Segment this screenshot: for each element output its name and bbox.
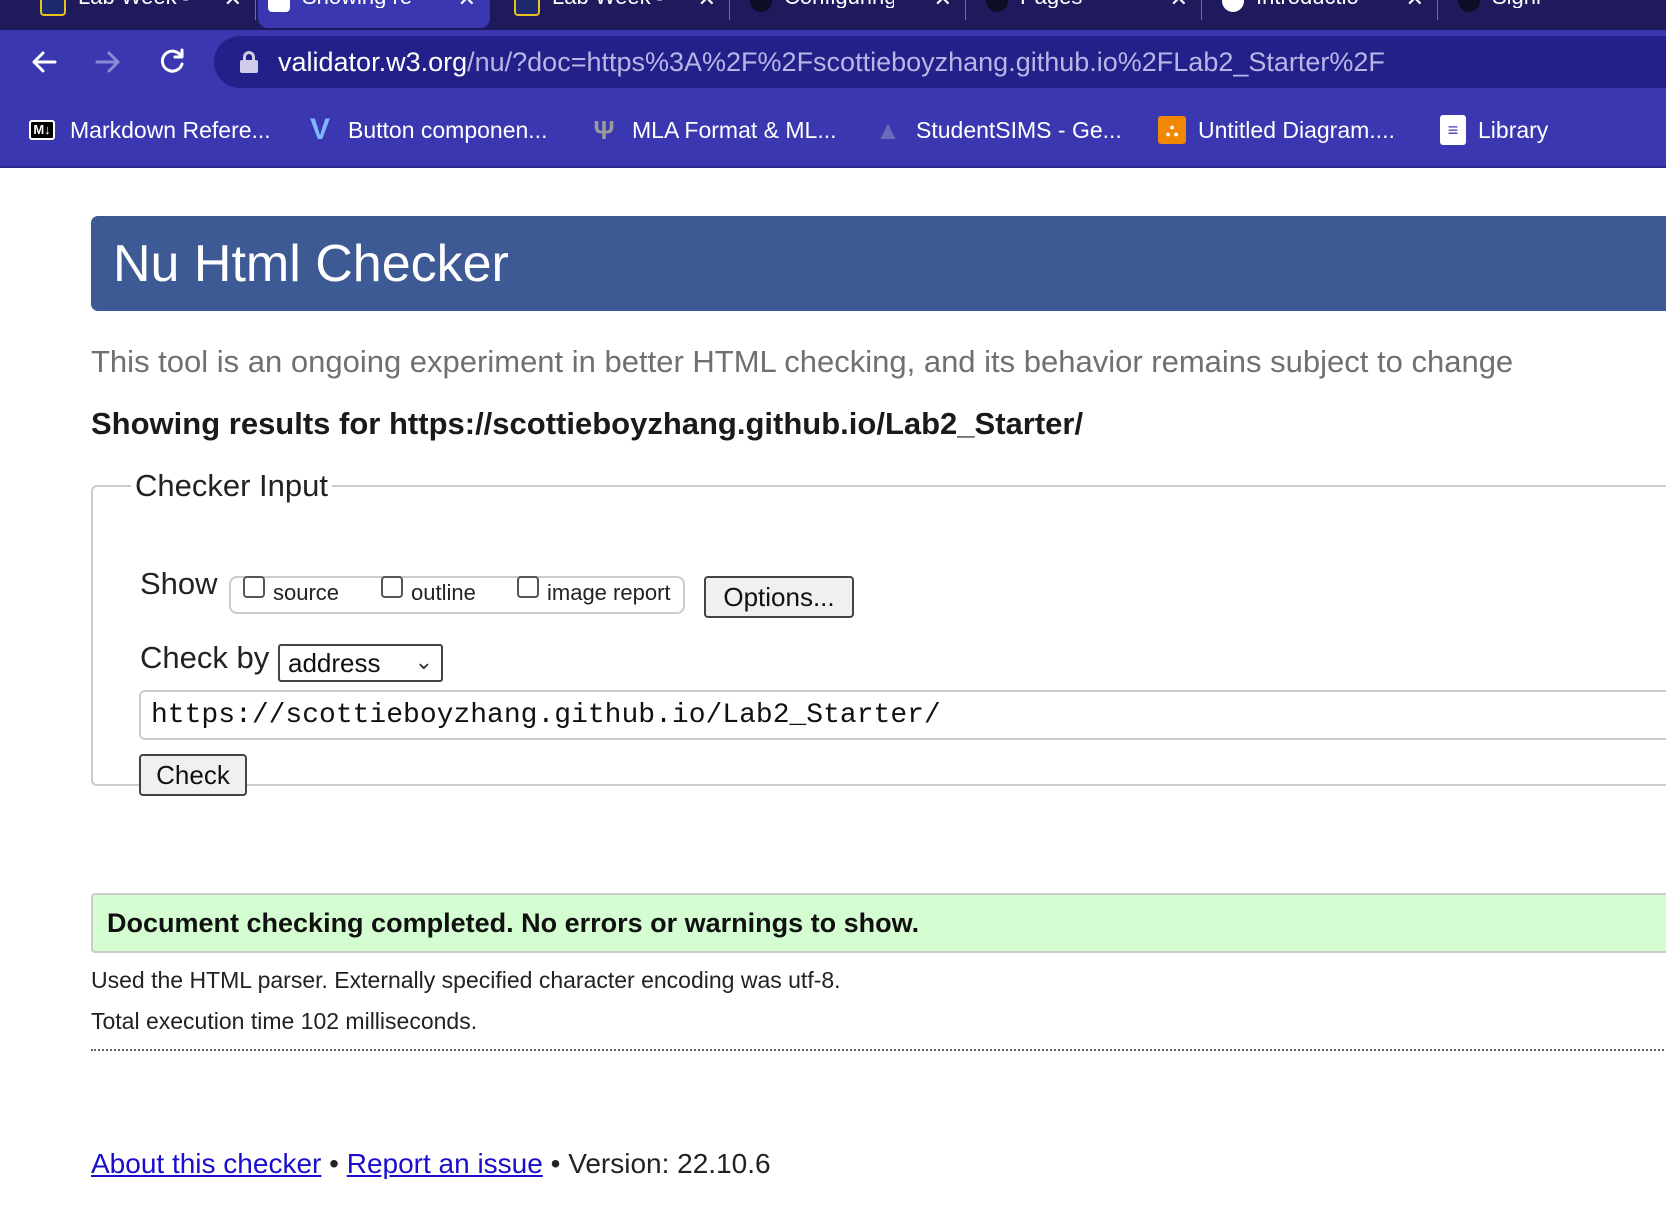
reload-button[interactable] xyxy=(152,42,192,82)
check-by-label: Check by xyxy=(140,640,270,675)
footer-separator: • xyxy=(329,1148,339,1179)
showing-results-heading: Showing results for https://scottieboyzh… xyxy=(91,406,1084,441)
success-message: Document checking completed. No errors o… xyxy=(91,893,1666,953)
back-button[interactable] xyxy=(24,42,64,82)
canvas-icon xyxy=(40,0,66,16)
globe-icon xyxy=(1222,0,1244,12)
markdown-icon: M↓ xyxy=(26,115,58,145)
tab-pages[interactable]: Pages ✕ xyxy=(976,0,1202,28)
github-icon xyxy=(986,0,1008,12)
checker-input-fieldset: Checker Input Show source outline image … xyxy=(91,468,1666,796)
close-tab-icon[interactable]: ✕ xyxy=(1170,0,1188,10)
footer-separator: • xyxy=(550,1148,561,1179)
tab-configuring[interactable]: Configuring ✕ xyxy=(740,0,966,28)
close-tab-icon[interactable]: ✕ xyxy=(698,0,716,10)
tab-introduction[interactable]: Introductio ✕ xyxy=(1212,0,1438,28)
checkbox-box[interactable] xyxy=(243,576,265,598)
report-issue-link[interactable]: Report an issue xyxy=(347,1148,543,1179)
check-by-select[interactable]: address ⌄ xyxy=(278,644,443,682)
lock-icon[interactable] xyxy=(240,51,258,73)
bookmark-studentsims[interactable]: ▲ StudentSIMS - Ge... xyxy=(872,114,1122,146)
about-checker-link[interactable]: About this checker xyxy=(91,1148,321,1179)
image-report-checkbox[interactable]: image report xyxy=(517,576,671,606)
options-button[interactable]: Options... xyxy=(704,576,854,618)
address-text: validator.w3.org/nu/?doc=https%3A%2F%2Fs… xyxy=(278,46,1385,77)
checker-input-legend: Checker Input xyxy=(135,468,328,503)
checkbox-box[interactable] xyxy=(517,576,539,598)
graduation-cap-icon: ▲ xyxy=(875,114,901,145)
source-checkbox[interactable]: source xyxy=(243,576,339,606)
page-title: Nu Html Checker xyxy=(113,235,509,293)
bookmark-mla-format[interactable]: Ψ MLA Format & ML... xyxy=(588,114,836,146)
tab-strip: Lab Week 4 ✕ Showing res ✕ Lab Week 4 ✕ … xyxy=(0,0,1666,30)
github-icon xyxy=(1458,0,1480,12)
tab-lab-week-4-b[interactable]: Lab Week 4 ✕ xyxy=(504,0,730,28)
footer: About this checker • Report an issue • V… xyxy=(91,1148,771,1180)
arrow-left-icon xyxy=(32,51,57,73)
close-tab-icon[interactable]: ✕ xyxy=(224,0,242,10)
bookmarks-bar: M↓ Markdown Refere... V Button componen.… xyxy=(0,94,1666,168)
page-header-banner: Nu Html Checker xyxy=(91,216,1666,311)
library-icon: ≡ xyxy=(1440,115,1466,145)
show-label: Show xyxy=(140,566,218,601)
checkbox-box[interactable] xyxy=(381,576,403,598)
bookmark-untitled-diagram[interactable]: ⛬ Untitled Diagram.... xyxy=(1158,114,1395,146)
bookmark-library[interactable]: ≡ Library xyxy=(1440,114,1548,146)
check-button[interactable]: Check xyxy=(139,754,247,796)
bookmark-markdown-reference[interactable]: M↓ Markdown Refere... xyxy=(26,114,271,146)
w3c-icon xyxy=(268,0,290,12)
bookmark-button-component[interactable]: V Button componen... xyxy=(304,113,547,146)
address-bar[interactable]: validator.w3.org/nu/?doc=https%3A%2F%2Fs… xyxy=(214,36,1666,88)
chevron-down-icon: ⌄ xyxy=(414,649,433,674)
document-url-input[interactable]: https://scottieboyzhang.github.io/Lab2_S… xyxy=(139,690,1666,740)
forward-button[interactable] xyxy=(88,42,128,82)
tab-showing-results[interactable]: Showing res ✕ xyxy=(258,0,490,28)
squirrel-icon: Ψ xyxy=(593,114,615,145)
page-tagline: This tool is an ongoing experiment in be… xyxy=(91,344,1514,379)
reload-icon xyxy=(160,48,184,73)
close-tab-icon[interactable]: ✕ xyxy=(1406,0,1424,10)
tab-sign-in[interactable]: Signi xyxy=(1448,0,1666,28)
show-options-group: source outline image report xyxy=(229,576,685,614)
close-tab-icon[interactable]: ✕ xyxy=(934,0,952,10)
outline-checkbox[interactable]: outline xyxy=(381,576,476,606)
arrow-right-icon xyxy=(95,51,120,73)
divider xyxy=(91,1049,1666,1051)
diagram-icon: ⛬ xyxy=(1158,116,1186,144)
tab-lab-week-4[interactable]: Lab Week 4 ✕ xyxy=(30,0,256,28)
checked-document-url: https://scottieboyzhang.github.io/Lab2_S… xyxy=(388,406,1084,441)
close-tab-icon[interactable]: ✕ xyxy=(458,0,476,10)
canvas-icon xyxy=(514,0,540,16)
execution-time: Total execution time 102 milliseconds. xyxy=(91,1008,478,1034)
parser-info: Used the HTML parser. Externally specifi… xyxy=(91,967,841,993)
github-icon xyxy=(750,0,772,12)
vuetify-icon: V xyxy=(309,113,330,146)
version-text: Version: 22.10.6 xyxy=(568,1148,771,1179)
browser-toolbar: validator.w3.org/nu/?doc=https%3A%2F%2Fs… xyxy=(0,30,1666,94)
